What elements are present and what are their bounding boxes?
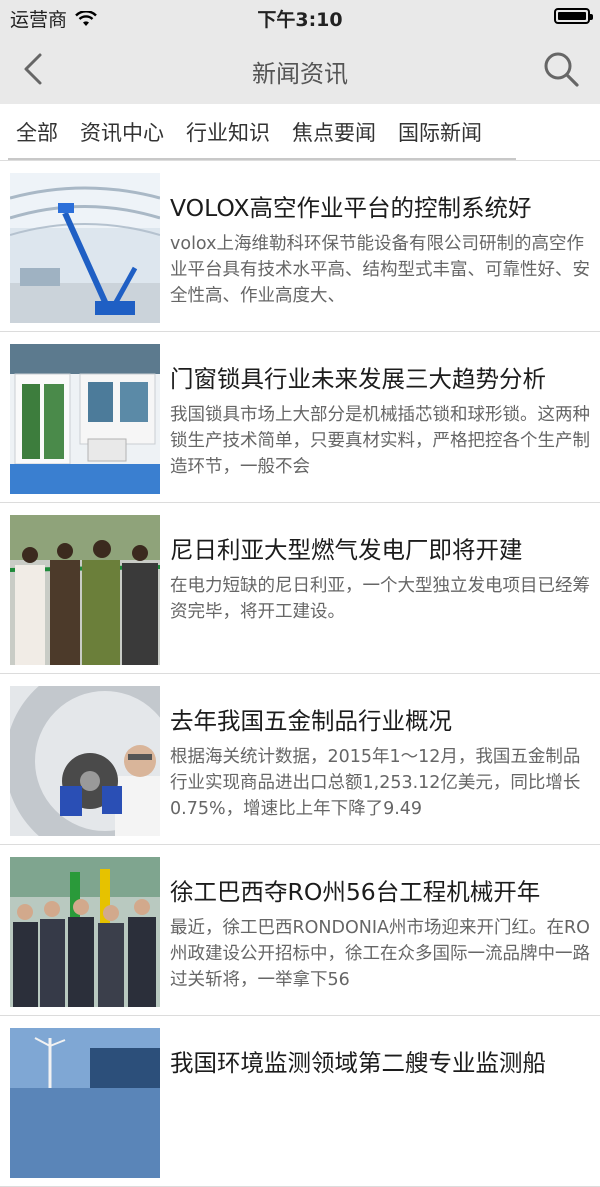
- news-summary: 在电力短缺的尼日利亚，一个大型独立发电项目已经筹资完毕，将开工建设。: [170, 576, 590, 622]
- page-title: 新闻资讯: [252, 60, 348, 88]
- news-item[interactable]: VOLOX高空作业平台的控制系统好 volox上海维勒科环保节能设备有限公司研制…: [0, 161, 600, 332]
- news-thumbnail: [10, 1028, 160, 1178]
- news-item[interactable]: 去年我国五金制品行业概况 根据海关统计数据，2015年1～12月，我国五金制品行…: [0, 674, 600, 845]
- news-summary: 根据海关统计数据，2015年1～12月，我国五金制品行业实现商品进出口总额1,2…: [170, 747, 581, 819]
- tab-industry-knowledge[interactable]: 行业知识: [186, 117, 270, 147]
- news-title: 我国环境监测领域第二艘专业监测船: [170, 1049, 546, 1077]
- news-thumbnail: [10, 173, 160, 323]
- news-summary: 我国锁具市场上大部分是机械插芯锁和球形锁。这两种锁生产技术简单，只要真材实料，严…: [170, 405, 590, 477]
- tab-all[interactable]: 全部: [16, 117, 58, 147]
- news-item[interactable]: 我国环境监测领域第二艘专业监测船: [0, 1016, 600, 1187]
- news-summary: [170, 1086, 590, 1164]
- news-title: 徐工巴西夺RO州56台工程机械开年: [170, 878, 541, 906]
- news-item[interactable]: 门窗锁具行业未来发展三大趋势分析 我国锁具市场上大部分是机械插芯锁和球形锁。这两…: [0, 332, 600, 503]
- news-title: 门窗锁具行业未来发展三大趋势分析: [170, 365, 546, 393]
- nav-bar: 新闻资讯: [0, 34, 600, 104]
- news-item[interactable]: 尼日利亚大型燃气发电厂即将开建 在电力短缺的尼日利亚，一个大型独立发电项目已经筹…: [0, 503, 600, 674]
- news-summary: volox上海维勒科环保节能设备有限公司研制的高空作业平台具有技术水平高、结构型…: [170, 234, 590, 306]
- battery-icon: [554, 8, 593, 24]
- news-title: 去年我国五金制品行业概况: [170, 707, 452, 735]
- search-icon[interactable]: [542, 50, 580, 88]
- tabs-divider: [8, 158, 516, 160]
- news-thumbnail: [10, 857, 160, 1007]
- tab-news-center[interactable]: 资讯中心: [80, 117, 164, 147]
- news-thumbnail: [10, 515, 160, 665]
- news-item[interactable]: 徐工巴西夺RO州56台工程机械开年 最近，徐工巴西RONDONIA州市场迎来开门…: [0, 845, 600, 1016]
- tab-focus-news[interactable]: 焦点要闻: [292, 117, 376, 147]
- tab-international-news[interactable]: 国际新闻: [398, 117, 482, 147]
- news-summary: 最近，徐工巴西RONDONIA州市场迎来开门红。在RO州政建设公开招标中，徐工在…: [170, 918, 590, 990]
- news-list: VOLOX高空作业平台的控制系统好 volox上海维勒科环保节能设备有限公司研制…: [0, 160, 600, 1187]
- status-bar: 运营商 下午3:10: [0, 0, 600, 34]
- category-tabs: 全部 资讯中心 行业知识 焦点要闻 国际新闻: [0, 104, 600, 160]
- news-thumbnail: [10, 686, 160, 836]
- status-time: 下午3:10: [257, 9, 343, 31]
- news-title: 尼日利亚大型燃气发电厂即将开建: [170, 536, 523, 564]
- news-thumbnail: [10, 344, 160, 494]
- news-title: VOLOX高空作业平台的控制系统好: [170, 194, 532, 222]
